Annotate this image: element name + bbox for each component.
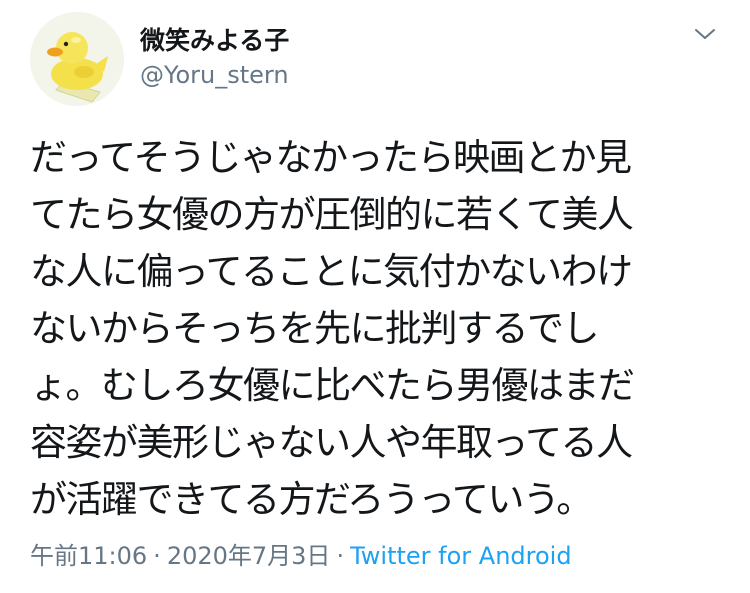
tweet-source-link[interactable]: Twitter for Android [350, 542, 571, 570]
rubber-duck-icon [30, 12, 124, 106]
meta-separator: · [336, 542, 345, 570]
meta-separator: · [153, 542, 161, 570]
avatar[interactable] [30, 12, 124, 106]
chevron-down-icon[interactable] [690, 22, 720, 46]
tweet: 微笑みよる子 @Yoru_stern だってそうじゃなかったら映画とか見 てたら… [0, 0, 750, 593]
tweet-date[interactable]: 2020年7月3日 [167, 542, 331, 570]
tweet-time[interactable]: 午前11:06 [30, 542, 147, 570]
tweet-text: だってそうじゃなかったら映画とか見 てたら女優の方が圧倒的に若くて美人 な人に偏… [30, 136, 635, 521]
tweet-metadata: 午前11:06 · 2020年7月3日 · Twitter for Android [30, 538, 572, 574]
display-name[interactable]: 微笑みよる子 [140, 26, 289, 56]
user-handle[interactable]: @Yoru_stern [140, 61, 289, 89]
